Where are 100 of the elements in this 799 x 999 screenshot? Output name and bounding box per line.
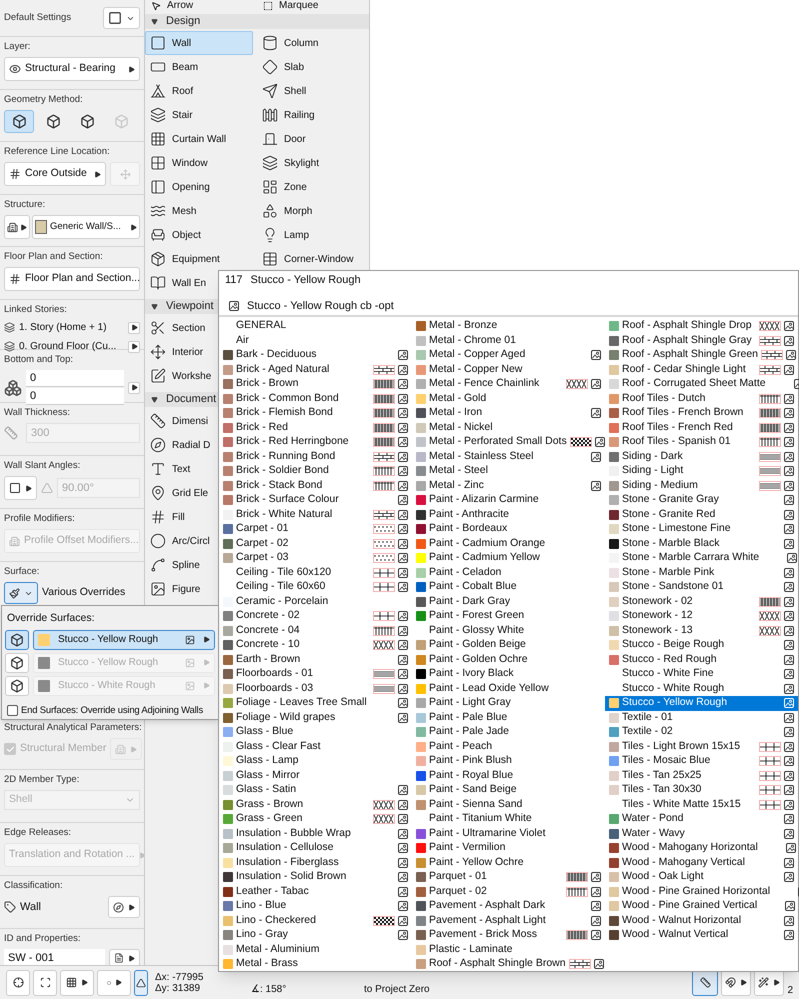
material-item[interactable]: Foliage - Wild grapes <box>219 710 412 725</box>
material-item[interactable]: Stucco - Yellow Rough <box>605 696 798 710</box>
material-item[interactable]: Paint - Sand Beige <box>412 783 605 798</box>
material-item[interactable]: Paint - Ultramarine Violet <box>412 826 605 841</box>
material-item[interactable]: Ceiling - Tile 60x60 <box>219 580 412 594</box>
tool-item[interactable]: Grid Ele <box>145 481 212 505</box>
material-item[interactable]: Carpet - 03 <box>219 551 412 566</box>
group-header[interactable]: Design <box>145 14 369 29</box>
properties-button[interactable] <box>109 949 140 965</box>
material-item[interactable]: Textile - 01 <box>605 710 798 725</box>
favorites-button[interactable] <box>103 7 140 29</box>
material-item[interactable]: Brick - Stack Bond <box>219 478 412 493</box>
tool-item[interactable]: Fill <box>145 505 212 529</box>
material-item[interactable]: Metal - Fence Chainlink <box>412 377 605 392</box>
material-item[interactable]: Stonework - 12 <box>605 609 798 624</box>
tool-item[interactable]: Marquee <box>257 0 369 12</box>
material-item[interactable]: Stone - Granite Red <box>605 508 798 522</box>
material-item[interactable]: Wood - Walnut Horizontal <box>605 914 798 928</box>
offset-menu-button[interactable] <box>128 382 140 394</box>
material-item[interactable]: Metal - Nickel <box>412 420 605 435</box>
material-item[interactable]: Stucco - Beige Rough <box>605 638 798 652</box>
material-item[interactable]: Paint - Cadmium Yellow <box>412 551 605 566</box>
material-item[interactable]: Lino - Gray <box>219 928 412 942</box>
material-item[interactable]: Paint - Yellow Ochre <box>412 856 605 870</box>
material-item[interactable]: Parquet - 02 <box>412 884 605 899</box>
material-item[interactable]: Brick - Brown <box>219 377 412 392</box>
material-item[interactable]: Metal - Copper New <box>412 362 605 377</box>
material-item[interactable]: Siding - Dark <box>605 450 798 464</box>
material-item[interactable]: Roof - Asphalt Shingle Brown <box>412 957 605 972</box>
material-item[interactable]: Water - Wavy <box>605 826 798 841</box>
material-item[interactable]: Metal - Steel <box>412 464 605 478</box>
material-item[interactable]: Stucco - White Fine <box>605 667 798 682</box>
structure-type-button[interactable] <box>4 215 30 239</box>
material-item[interactable]: Stone - Sandstone 01 <box>605 580 798 594</box>
material-item[interactable]: Lino - Checkered <box>219 914 412 928</box>
material-item[interactable]: Glass - Mirror <box>219 768 412 783</box>
material-item[interactable]: Wood - Mahogany Horizontal <box>605 841 798 856</box>
material-item[interactable]: Concrete - 04 <box>219 624 412 638</box>
tool-item[interactable]: Door <box>257 127 365 151</box>
material-item[interactable]: Paint - Glossy White <box>412 624 605 638</box>
point-button[interactable] <box>97 970 131 996</box>
material-item[interactable]: Grass - Green <box>219 812 412 826</box>
material-item[interactable]: Glass - Satin <box>219 783 412 798</box>
material-item[interactable]: Brick - Surface Colour <box>219 493 412 508</box>
material-item[interactable]: Earth - Brown <box>219 652 412 667</box>
material-item[interactable]: Roof - Asphalt Shingle Drop <box>605 319 798 334</box>
material-item[interactable]: Metal - Bronze <box>412 319 605 334</box>
tool-item[interactable]: Lamp <box>257 223 365 247</box>
material-item[interactable]: Paint - Anthracite <box>412 508 605 522</box>
tool-item[interactable]: Figure <box>145 577 212 601</box>
tool-item[interactable]: Text <box>145 457 212 481</box>
tool-item[interactable]: Railing <box>257 103 365 127</box>
material-item[interactable]: Paint - Bordeaux <box>412 522 605 536</box>
material-item[interactable]: Roof - Asphalt Shingle Green <box>605 348 798 362</box>
material-item[interactable]: Brick - Aged Natural <box>219 362 412 377</box>
material-item[interactable]: Paint - Royal Blue <box>412 768 605 783</box>
material-item[interactable]: Insulation - Bubble Wrap <box>219 826 412 841</box>
material-item[interactable]: Brick - Running Bond <box>219 450 412 464</box>
id-input[interactable]: SW - 001 <box>4 949 105 965</box>
material-item[interactable]: Concrete - 02 <box>219 609 412 624</box>
material-item[interactable]: Wood - Pine Grained Horizontal <box>605 884 798 899</box>
material-item[interactable]: Paint - Golden Beige <box>412 638 605 652</box>
material-item[interactable]: Bark - Deciduous <box>219 348 412 362</box>
material-item[interactable]: Brick - Soldier Bond <box>219 464 412 478</box>
material-item[interactable]: Floorboards - 01 <box>219 667 412 682</box>
material-item[interactable]: Paint - Vermilion <box>412 841 605 856</box>
dropdown-field[interactable]: Floor Plan and Section... <box>4 267 140 291</box>
material-item[interactable]: Air <box>219 334 412 348</box>
checkbox[interactable] <box>7 705 18 716</box>
material-item[interactable]: Metal - Iron <box>412 406 605 420</box>
material-item[interactable]: Paint - Sienna Sand <box>412 798 605 812</box>
tool-item[interactable]: Morph <box>257 199 365 223</box>
material-item[interactable]: Metal - Chrome 01 <box>412 334 605 348</box>
grid-snap-button[interactable] <box>33 970 57 996</box>
tool-item[interactable]: Object <box>145 223 253 247</box>
material-item[interactable]: Paint - Golden Ochre <box>412 652 605 667</box>
offset-input[interactable]: 0 <box>26 370 124 387</box>
tool-item[interactable]: Column <box>257 31 365 55</box>
tool-item[interactable]: Opening <box>145 175 253 199</box>
dropdown-field[interactable]: Structural - Bearing <box>4 57 140 81</box>
tool-item[interactable]: Radial D <box>145 433 212 457</box>
material-item[interactable]: Metal - Aluminium <box>219 942 412 957</box>
material-item[interactable]: Roof - Cedar Shingle Light <box>605 362 798 377</box>
material-item[interactable]: Textile - 02 <box>605 725 798 740</box>
material-item[interactable]: Paint - Peach <box>412 740 605 754</box>
material-item[interactable]: Leather - Tabac <box>219 884 412 899</box>
material-item[interactable]: Carpet - 01 <box>219 522 412 536</box>
material-item[interactable]: Stone - Marble Pink <box>605 566 798 580</box>
material-item[interactable]: Paint - Pale Blue <box>412 710 605 725</box>
material-item[interactable]: Paint - Ivory Black <box>412 667 605 682</box>
material-item[interactable]: Wood - Pine Grained Vertical <box>605 899 798 914</box>
material-item[interactable]: Tiles - White Matte 15x15 <box>605 798 798 812</box>
material-item[interactable]: Paint - Celadon <box>412 566 605 580</box>
material-item[interactable]: Roof - Corrugated Sheet Matte <box>605 377 798 392</box>
material-item[interactable]: Glass - Blue <box>219 725 412 740</box>
tool-item[interactable]: Beam <box>145 55 253 79</box>
material-item[interactable]: Brick - Flemish Bond <box>219 406 412 420</box>
material-item[interactable]: Concrete - 10 <box>219 638 412 652</box>
material-item[interactable]: Roof Tiles - French Red <box>605 420 798 435</box>
material-item[interactable]: Paint - Cadmium Orange <box>412 536 605 551</box>
